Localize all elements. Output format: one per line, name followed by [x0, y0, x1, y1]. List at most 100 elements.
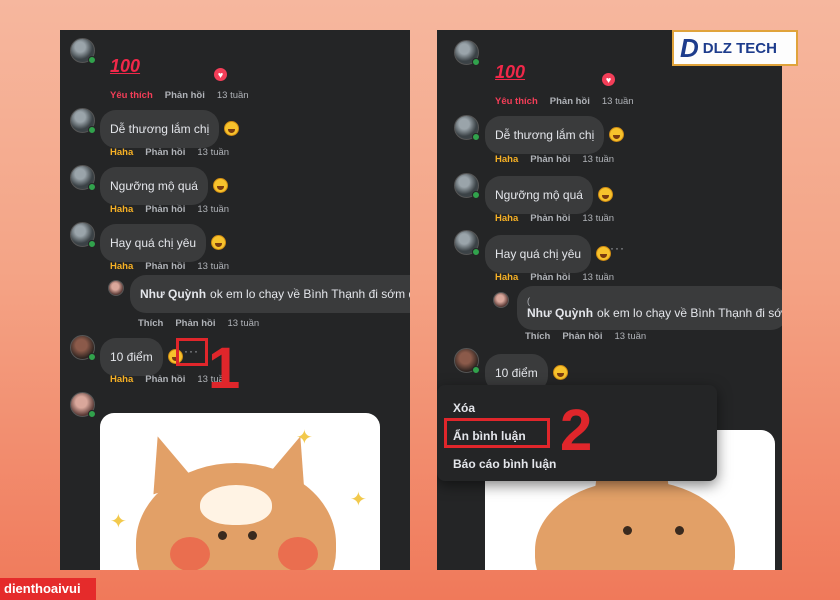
comment-text: 10 điểm: [495, 366, 538, 380]
avatar[interactable]: [493, 292, 509, 308]
avatar[interactable]: [70, 108, 96, 134]
sparkle-icon: ✦: [110, 511, 127, 533]
comment-time[interactable]: 13 tuần: [602, 96, 634, 107]
reply-button[interactable]: Phản hồi: [530, 213, 570, 224]
comment-time[interactable]: 13 tuần: [582, 213, 614, 224]
comment-time[interactable]: 13 tuần: [582, 272, 614, 283]
comment-bubble[interactable]: Ngưỡng mộ quá: [485, 176, 613, 214]
comment-time[interactable]: 13 tuần: [197, 147, 229, 158]
avatar[interactable]: [454, 348, 480, 374]
online-status-icon: [88, 353, 96, 361]
reply-button[interactable]: Phản hồi: [550, 96, 590, 107]
comment-bubble[interactable]: Ngưỡng mộ quá: [100, 167, 228, 205]
like-button[interactable]: Thích: [138, 318, 163, 329]
online-status-icon: [472, 133, 480, 141]
haha-reaction-button[interactable]: Haha: [110, 374, 133, 385]
comment-time[interactable]: 13 tuần: [197, 204, 229, 215]
reply-button[interactable]: Phản hồi: [145, 374, 185, 385]
right-comment-panel: 100 ♥ Yêu thích Phản hồi 13 tuần Dễ thươ…: [437, 30, 782, 570]
comment-text: ok em lo chạy về Bình Thạnh đi sớm đi :): [210, 287, 410, 301]
hundred-sticker: 100: [110, 56, 141, 76]
reply-button[interactable]: Phản hồi: [165, 90, 205, 101]
like-button[interactable]: Thích: [525, 331, 550, 342]
haha-emoji-icon: [597, 187, 613, 202]
dog-sticker-image[interactable]: ✦ ✦ ✦: [100, 413, 380, 570]
comment-text: 10 điểm: [110, 350, 153, 364]
sparkle-icon: ✦: [296, 427, 313, 449]
avatar[interactable]: [454, 40, 480, 66]
more-options-icon[interactable]: ···: [610, 242, 625, 254]
comment-actions: Haha Phản hồi 13 tuần: [110, 204, 229, 215]
reply-button[interactable]: Phản hồi: [530, 154, 570, 165]
step-2-highlight: [444, 418, 550, 448]
comment-time[interactable]: 13 tuần: [217, 90, 249, 101]
dog-eye: [623, 526, 632, 535]
logo-mark: D: [680, 32, 699, 63]
comment-bubble[interactable]: Dễ thương lắm chị: [485, 116, 625, 154]
dlz-tech-logo: D DLZ TECH: [672, 30, 798, 66]
reply-bubble[interactable]: ( Như Quỳnh ok em lo chạy về Bình Thạnh đ…: [517, 286, 782, 330]
avatar[interactable]: [70, 38, 96, 64]
dog-forehead: [200, 485, 272, 525]
comment-author[interactable]: Như Quỳnh: [527, 306, 593, 320]
avatar[interactable]: [70, 222, 96, 248]
comment-actions: Haha Phản hồi 13 tuần: [110, 261, 229, 272]
haha-reaction-button[interactable]: Haha: [495, 272, 518, 283]
comment-time[interactable]: 13 tuần: [614, 331, 646, 342]
reply-button[interactable]: Phản hồi: [175, 318, 215, 329]
step-1-label: 1: [208, 336, 241, 401]
haha-reaction-button[interactable]: Haha: [110, 204, 133, 215]
avatar[interactable]: [108, 280, 124, 296]
online-status-icon: [88, 56, 96, 64]
dog-eye: [218, 531, 227, 540]
dog-eye: [675, 526, 684, 535]
avatar[interactable]: [454, 230, 480, 256]
online-status-icon: [88, 126, 96, 134]
avatar[interactable]: [70, 392, 96, 418]
avatar[interactable]: [454, 173, 480, 199]
comment-text: Hay quá chị yêu: [110, 236, 197, 250]
hundred-sticker: 100: [495, 62, 526, 82]
comment-text: Ngưỡng mộ quá: [110, 179, 198, 193]
reply-button[interactable]: Phản hồi: [145, 261, 185, 272]
reply-button[interactable]: Phản hồi: [530, 272, 570, 283]
reply-button[interactable]: Phản hồi: [145, 147, 185, 158]
comment-time[interactable]: 13 tuần: [197, 261, 229, 272]
haha-emoji-icon: [224, 121, 240, 136]
love-reaction-icon[interactable]: ♥: [213, 67, 228, 82]
haha-reaction-button[interactable]: Haha: [110, 147, 133, 158]
comment-bubble[interactable]: Hay quá chị yêu: [100, 224, 227, 262]
love-reaction-button[interactable]: Yêu thích: [495, 96, 538, 107]
comment-actions: Thích Phản hồi 13 tuần: [138, 318, 259, 329]
comment-text: Dễ thương lắm chị: [495, 128, 595, 142]
comment-bubble[interactable]: 10 điểm: [100, 338, 183, 376]
avatar[interactable]: [454, 115, 480, 141]
haha-reaction-button[interactable]: Haha: [110, 261, 133, 272]
love-reaction-button[interactable]: Yêu thích: [110, 90, 153, 101]
online-status-icon: [88, 183, 96, 191]
haha-emoji-icon: [552, 365, 568, 380]
reply-prefix: (: [527, 296, 530, 306]
comment-author[interactable]: Như Quỳnh: [140, 287, 206, 301]
comment-time[interactable]: 13 tuần: [227, 318, 259, 329]
avatar[interactable]: [70, 165, 96, 191]
comment-actions: Yêu thích Phản hồi 13 tuần: [495, 96, 634, 107]
reply-button[interactable]: Phản hồi: [145, 204, 185, 215]
reply-bubble[interactable]: Như Quỳnh ok em lo chạy về Bình Thạnh đi…: [130, 275, 410, 313]
comment-time[interactable]: 13 tuần: [582, 154, 614, 165]
comment-actions: Yêu thích Phản hồi 13 tuần: [110, 90, 249, 101]
avatar[interactable]: [70, 335, 96, 361]
love-reaction-icon[interactable]: ♥: [601, 72, 616, 87]
comment-text: Ngưỡng mộ quá: [495, 188, 583, 202]
delete-comment-option[interactable]: Xóa: [453, 401, 475, 415]
step-2-label: 2: [560, 398, 593, 463]
report-comment-option[interactable]: Báo cáo bình luận: [453, 457, 556, 471]
sparkle-icon: ✦: [350, 489, 367, 511]
haha-reaction-button[interactable]: Haha: [495, 213, 518, 224]
haha-reaction-button[interactable]: Haha: [495, 154, 518, 165]
comment-bubble[interactable]: Dễ thương lắm chị: [100, 110, 240, 148]
reply-button[interactable]: Phản hồi: [562, 331, 602, 342]
comment-bubble[interactable]: Hay quá chị yêu: [485, 235, 612, 273]
haha-emoji-icon: [609, 127, 625, 142]
haha-emoji-icon: [212, 178, 228, 193]
